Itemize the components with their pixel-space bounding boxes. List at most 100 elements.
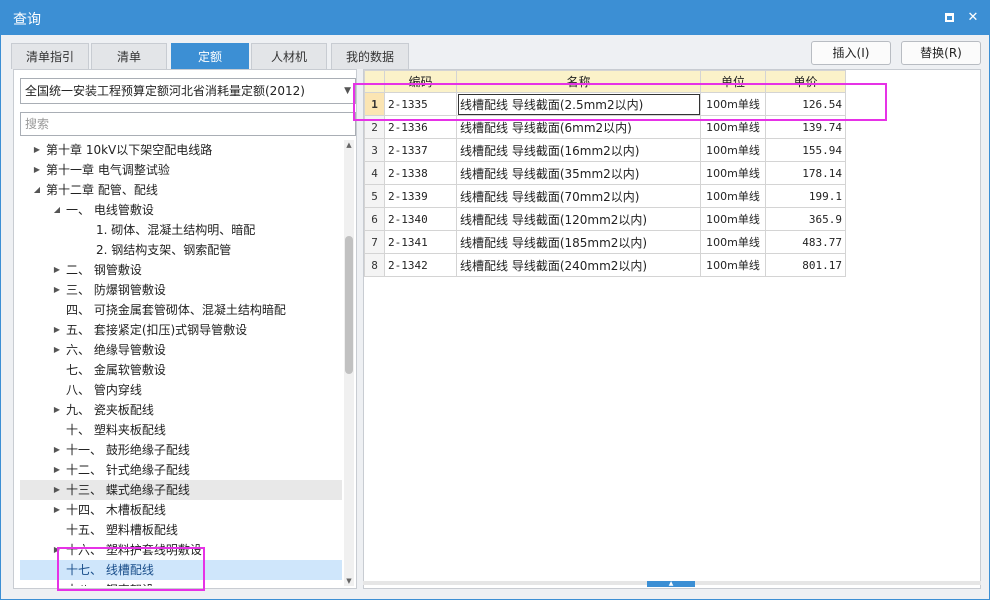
tree-item[interactable]: ▶ 十四、 木槽板配线: [20, 500, 342, 520]
expand-arrow-icon[interactable]: ▶: [52, 500, 62, 520]
name-cell[interactable]: 线槽配线 导线截面(16mm2以内): [456, 138, 701, 162]
tree-item[interactable]: 七、 金属软管敷设: [20, 360, 342, 380]
tree-item[interactable]: ▶ 五、 套接紧定(扣压)式钢导管敷设: [20, 320, 342, 340]
scroll-thumb[interactable]: [345, 236, 353, 374]
table-row[interactable]: 7 2-1341 线槽配线 导线截面(185mm2以内) 100m单线 483.77: [364, 230, 846, 254]
price-cell[interactable]: 178.14: [765, 161, 846, 185]
tree-item[interactable]: 十五、 塑料槽板配线: [20, 520, 342, 540]
insert-button[interactable]: 插入(I): [811, 41, 891, 65]
tree-item-label: 三、 防爆钢管敷设: [66, 283, 166, 297]
scroll-up-icon[interactable]: ▲: [344, 140, 354, 150]
close-icon: ✕: [967, 10, 979, 25]
code-cell[interactable]: 2-1337: [384, 138, 457, 162]
tree-item-label: 五、 套接紧定(扣压)式钢导管敷设: [66, 323, 248, 337]
tree-item-label: 九、 瓷夹板配线: [66, 403, 154, 417]
row-number-cell[interactable]: 3: [364, 138, 385, 162]
tab-bill-guide[interactable]: 清单指引: [11, 43, 89, 69]
expand-arrow-icon[interactable]: ▶: [52, 480, 62, 500]
tab-bill[interactable]: 清单: [91, 43, 167, 69]
tree-item[interactable]: ▶ 十三、 蝶式绝缘子配线: [20, 480, 342, 500]
price-cell[interactable]: 483.77: [765, 230, 846, 254]
name-cell[interactable]: 线槽配线 导线截面(120mm2以内): [456, 207, 701, 231]
row-number-cell[interactable]: 4: [364, 161, 385, 185]
tree-scrollbar[interactable]: ▲ ▼: [344, 140, 354, 586]
expand-arrow-icon[interactable]: ▶: [32, 140, 42, 160]
tree-item[interactable]: ▶ 第十章 10kV以下架空配电线路: [20, 140, 342, 160]
table-row[interactable]: 5 2-1339 线槽配线 导线截面(70mm2以内) 100m单线 199.1: [364, 184, 846, 208]
expand-arrow-icon[interactable]: ▶: [52, 340, 62, 360]
code-cell[interactable]: 2-1340: [384, 207, 457, 231]
table-row[interactable]: 8 2-1342 线槽配线 导线截面(240mm2以内) 100m单线 801.17: [364, 253, 846, 277]
row-number-cell[interactable]: 7: [364, 230, 385, 254]
quota-library-select[interactable]: 全国统一安装工程预算定额河北省消耗量定额(2012) ▼: [20, 78, 356, 104]
name-cell[interactable]: 线槽配线 导线截面(185mm2以内): [456, 230, 701, 254]
table-row[interactable]: 6 2-1340 线槽配线 导线截面(120mm2以内) 100m单线 365.9: [364, 207, 846, 231]
tab-materials[interactable]: 人材机: [251, 43, 327, 69]
tab-quota[interactable]: 定额: [171, 43, 249, 69]
quota-tree-panel: 全国统一安装工程预算定额河北省消耗量定额(2012) ▼ 搜索 ▶ 第十章 10k…: [13, 69, 357, 589]
tree-item-label: 第十一章 电气调整试验: [46, 163, 170, 177]
price-cell[interactable]: 801.17: [765, 253, 846, 277]
scroll-down-icon[interactable]: ▼: [344, 576, 354, 586]
code-cell[interactable]: 2-1339: [384, 184, 457, 208]
tree-item[interactable]: ▶ 十一、 鼓形绝缘子配线: [20, 440, 342, 460]
collapse-toggle[interactable]: ▲: [647, 581, 695, 587]
row-number-cell[interactable]: 6: [364, 207, 385, 231]
tree-item-label: 二、 钢管敷设: [66, 263, 142, 277]
tree-item[interactable]: ▶ 六、 绝缘导管敷设: [20, 340, 342, 360]
price-cell[interactable]: 365.9: [765, 207, 846, 231]
quota-grid-panel: 编码 名称 单位 单价 1 2-1335 线槽配线 导线截面(2.5mm2以内) 10…: [363, 69, 981, 589]
tree-item-label: 1. 砌体、混凝土结构明、暗配: [96, 223, 256, 237]
collapse-arrow-icon[interactable]: ◢: [52, 200, 62, 220]
unit-cell[interactable]: 100m单线: [700, 184, 766, 208]
row-number-cell[interactable]: 5: [364, 184, 385, 208]
price-cell[interactable]: 155.94: [765, 138, 846, 162]
tree-item[interactable]: ▶ 第十一章 电气调整试验: [20, 160, 342, 180]
tab-my-data[interactable]: 我的数据: [331, 43, 409, 69]
name-cell[interactable]: 线槽配线 导线截面(240mm2以内): [456, 253, 701, 277]
price-cell[interactable]: 199.1: [765, 184, 846, 208]
table-row[interactable]: 3 2-1337 线槽配线 导线截面(16mm2以内) 100m单线 155.94: [364, 138, 846, 162]
code-cell[interactable]: 2-1341: [384, 230, 457, 254]
expand-arrow-icon[interactable]: ▶: [52, 260, 62, 280]
unit-cell[interactable]: 100m单线: [700, 138, 766, 162]
restore-button[interactable]: [939, 8, 959, 28]
replace-button[interactable]: 替换(R): [901, 41, 981, 65]
unit-cell[interactable]: 100m单线: [700, 230, 766, 254]
tree-item[interactable]: ▶ 三、 防爆钢管敷设: [20, 280, 342, 300]
code-cell[interactable]: 2-1338: [384, 161, 457, 185]
name-cell[interactable]: 线槽配线 导线截面(70mm2以内): [456, 184, 701, 208]
tree-item-label: 八、 管内穿线: [66, 383, 142, 397]
close-button[interactable]: ✕: [963, 8, 983, 28]
tree-item[interactable]: 2. 钢结构支架、钢索配管: [20, 240, 342, 260]
expand-arrow-icon[interactable]: ▶: [52, 460, 62, 480]
highlight-box-tree-selection: [57, 547, 205, 591]
search-input[interactable]: 搜索: [20, 112, 356, 136]
collapse-arrow-icon[interactable]: ◢: [32, 180, 42, 200]
table-row[interactable]: 4 2-1338 线槽配线 导线截面(35mm2以内) 100m单线 178.14: [364, 161, 846, 185]
tree-item[interactable]: 1. 砌体、混凝土结构明、暗配: [20, 220, 342, 240]
highlight-box-selected-row: [353, 83, 887, 121]
tree-item[interactable]: 十、 塑料夹板配线: [20, 420, 342, 440]
unit-cell[interactable]: 100m单线: [700, 161, 766, 185]
name-cell[interactable]: 线槽配线 导线截面(35mm2以内): [456, 161, 701, 185]
tree-item[interactable]: ▶ 十二、 针式绝缘子配线: [20, 460, 342, 480]
dropdown-arrow-icon[interactable]: ▼: [344, 79, 351, 103]
expand-arrow-icon[interactable]: ▶: [52, 440, 62, 460]
expand-arrow-icon[interactable]: ▶: [52, 280, 62, 300]
unit-cell[interactable]: 100m单线: [700, 207, 766, 231]
expand-arrow-icon[interactable]: ▶: [52, 320, 62, 340]
row-number-cell[interactable]: 8: [364, 253, 385, 277]
unit-cell[interactable]: 100m单线: [700, 253, 766, 277]
tree-item[interactable]: 四、 可挠金属套管砌体、混凝土结构暗配: [20, 300, 342, 320]
chevron-up-icon: ▲: [668, 580, 674, 587]
code-cell[interactable]: 2-1342: [384, 253, 457, 277]
expand-arrow-icon[interactable]: ▶: [32, 160, 42, 180]
tree-item[interactable]: 八、 管内穿线: [20, 380, 342, 400]
tree-item[interactable]: ▶ 九、 瓷夹板配线: [20, 400, 342, 420]
tree-item[interactable]: ◢ 一、 电线管敷设: [20, 200, 342, 220]
tree-item[interactable]: ▶ 二、 钢管敷设: [20, 260, 342, 280]
title-bar[interactable]: 查询 ✕: [1, 1, 989, 35]
tree-item[interactable]: ◢ 第十二章 配管、配线: [20, 180, 342, 200]
expand-arrow-icon[interactable]: ▶: [52, 400, 62, 420]
